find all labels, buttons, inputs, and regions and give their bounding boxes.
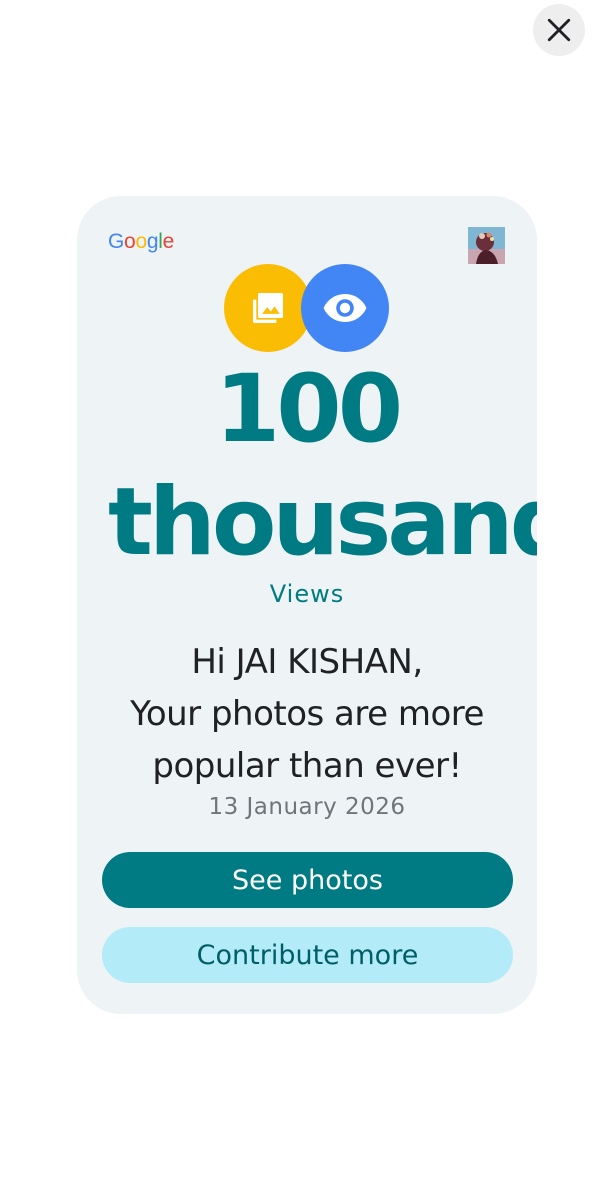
close-icon [547, 18, 571, 42]
stat-label: Views [269, 580, 345, 608]
photo-library-icon [253, 293, 283, 323]
see-photos-button[interactable]: See photos [102, 852, 513, 908]
eye-icon [323, 294, 367, 322]
logo-letter-e: e [162, 230, 175, 253]
close-button[interactable] [533, 4, 585, 56]
greeting-line: Hi JAI KISHAN, [191, 642, 423, 682]
stat-unit: thousand+ [108, 468, 537, 577]
logo-letter-g: G [108, 230, 125, 253]
google-logo: Google [108, 230, 174, 254]
date-label: 13 January 2026 [208, 794, 406, 820]
message-line: popular than ever! [152, 746, 462, 786]
logo-letter-g2: g [146, 230, 159, 253]
views-badge [301, 264, 389, 352]
logo-letter-o1: o [124, 230, 136, 253]
greeting-message: Hi JAI KISHAN, Your photos are more popu… [77, 636, 537, 792]
insights-screen: Google 100 thousan Views Hi JAI KISHAN, … [0, 0, 615, 1200]
photos-badge [224, 264, 312, 352]
message-line: Your photos are more [130, 694, 484, 734]
logo-letter-o2: o [135, 230, 147, 253]
contribute-more-button[interactable]: Contribute more [102, 927, 513, 983]
views-card: Google 100 thousan Views Hi JAI KISHAN, … [77, 196, 537, 1014]
avatar[interactable] [468, 227, 505, 264]
avatar-image [468, 227, 505, 264]
stat-number: 100 [214, 355, 403, 464]
